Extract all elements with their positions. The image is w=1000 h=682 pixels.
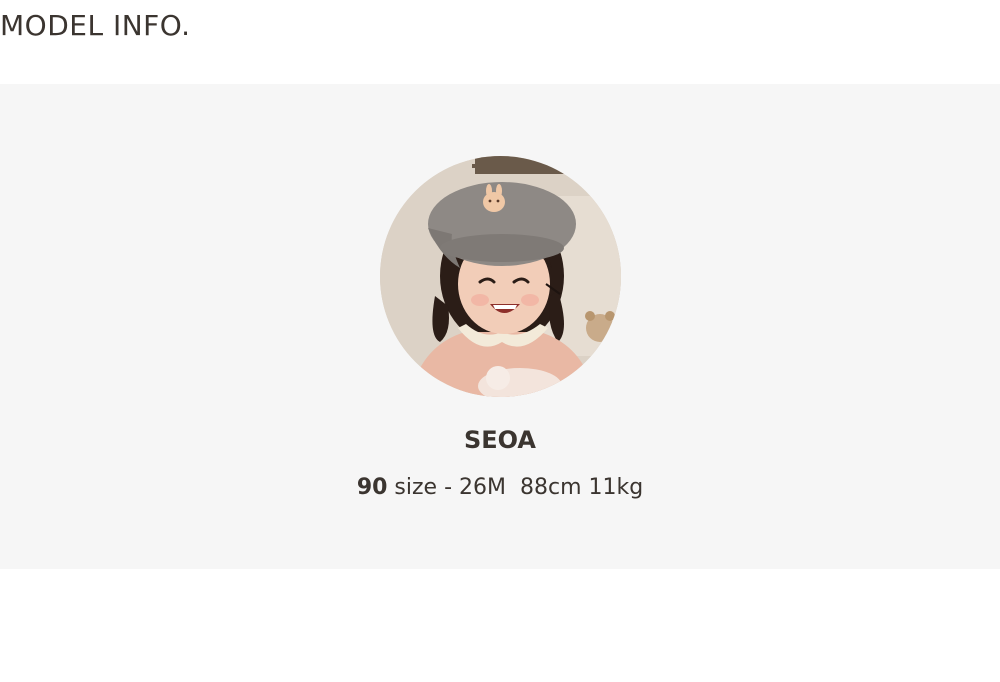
model-info-panel: SEOA 90 size - 26M 88cm 11kg bbox=[0, 84, 1000, 569]
model-spec: 90 size - 26M 88cm 11kg bbox=[0, 473, 1000, 503]
model-size-detail: size - 26M 88cm 11kg bbox=[387, 475, 644, 500]
model-size-number: 90 bbox=[356, 475, 388, 500]
model-photo-illustration bbox=[380, 156, 621, 397]
section-title: MODEL INFO. bbox=[0, 9, 191, 42]
model-name: SEOA bbox=[463, 426, 536, 454]
model-photo bbox=[380, 156, 621, 397]
